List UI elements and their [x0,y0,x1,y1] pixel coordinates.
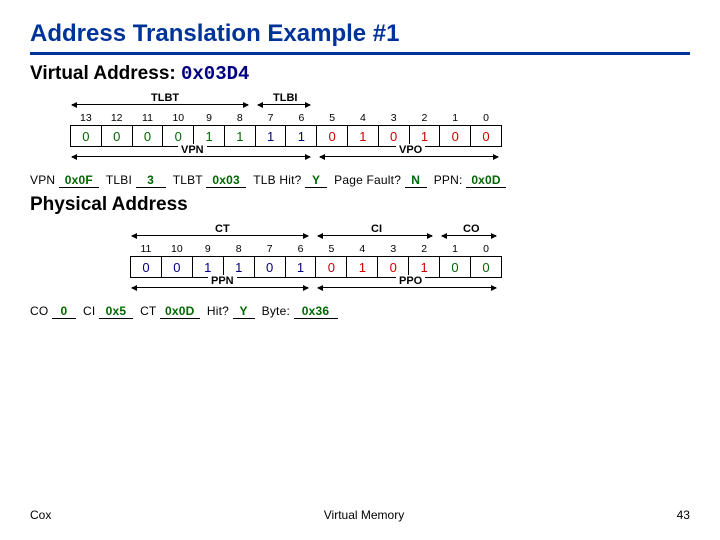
bit-index: 3 [378,242,409,257]
bit-index: 5 [317,111,348,126]
bit-cell: 0 [316,257,347,278]
bit-index: 7 [254,242,285,257]
bit-index: 10 [163,111,194,126]
ci-label: CI [368,223,385,235]
page-title: Address Translation Example #1 [30,20,690,55]
pa-bit-table: 11109876543210 001101010100 [130,242,502,278]
pa-bit-row: 001101010100 [131,257,502,278]
co-ans-label: CO [30,304,48,318]
footer: Cox Virtual Memory 43 [30,508,690,522]
ct-label: CT [212,223,233,235]
ct-ans-label: CT [140,304,156,318]
tlbt-ans: 0x03 [206,173,246,188]
bit-index: 8 [224,111,255,126]
tlbi-ans: 3 [136,173,166,188]
va-heading-label: Virtual Address: [30,63,176,84]
va-bit-table: 131211109876543210 00001111010100 [70,111,502,147]
bit-cell: 1 [286,126,317,147]
bit-index: 13 [71,111,102,126]
pa-heading: Physical Address [30,194,690,216]
bit-index: 2 [409,242,440,257]
ppn-ans: 0x0D [466,173,506,188]
bit-index: 6 [285,242,316,257]
pa-index-row: 11109876543210 [131,242,502,257]
vpn-ans: 0x0F [59,173,99,188]
bit-index: 3 [378,111,409,126]
bit-cell: 0 [101,126,132,147]
bit-cell: 1 [348,126,379,147]
byte-ans: 0x36 [294,304,338,319]
va-top-ranges: TLBT TLBI [70,97,502,111]
bit-cell: 0 [471,257,502,278]
ci-ans-label: CI [83,304,95,318]
bit-cell: 1 [285,257,316,278]
bit-index: 1 [440,242,471,257]
co-label: CO [460,223,483,235]
ci-ans: 0x5 [99,304,133,319]
ct-ans: 0x0D [160,304,200,319]
bit-index: 10 [161,242,192,257]
pf-ans: N [405,173,427,188]
bit-cell: 0 [317,126,348,147]
hit-ans-label: Hit? [207,304,229,318]
pf-ans-label: Page Fault? [334,173,401,187]
bit-index: 4 [348,111,379,126]
bit-index: 7 [255,111,286,126]
tlbhit-ans-label: TLB Hit? [253,173,301,187]
tlbi-label: TLBI [270,92,300,104]
bit-cell: 0 [161,257,192,278]
tlbhit-ans: Y [305,173,327,188]
pa-top-ranges: CT CI CO [130,228,502,242]
vpn-label: VPN [178,144,207,156]
bit-index: 4 [347,242,378,257]
bit-index: 2 [409,111,440,126]
ppo-label: PPO [396,275,425,287]
va-heading: Virtual Address: 0x03D4 [30,63,690,85]
byte-ans-label: Byte: [262,304,290,318]
bit-index: 6 [286,111,317,126]
bit-cell: 0 [254,257,285,278]
co-ans: 0 [52,304,76,319]
bit-index: 1 [440,111,471,126]
hit-ans: Y [233,304,255,319]
footer-left: Cox [30,508,51,522]
va-index-row: 131211109876543210 [71,111,502,126]
bit-index: 5 [316,242,347,257]
bit-cell: 0 [132,126,163,147]
ppn-ans-label: PPN: [434,173,463,187]
va-answer-line: VPN 0x0F TLBI 3 TLBT 0x03 TLB Hit? Y Pag… [30,173,690,188]
footer-right: 43 [677,508,690,522]
bit-index: 8 [223,242,254,257]
bit-cell: 1 [255,126,286,147]
vpo-label: VPO [396,144,425,156]
bit-cell: 0 [440,126,471,147]
bit-index: 11 [132,111,163,126]
bit-cell: 0 [71,126,102,147]
bit-index: 0 [471,242,502,257]
va-heading-value: 0x03D4 [181,63,249,85]
bit-index: 11 [131,242,162,257]
footer-center: Virtual Memory [324,508,404,522]
bit-index: 9 [192,242,223,257]
tlbi-ans-label: TLBI [106,173,132,187]
bit-cell: 0 [131,257,162,278]
ppn-label: PPN [208,275,237,287]
pa-answer-line: CO 0 CI 0x5 CT 0x0D Hit? Y Byte: 0x36 [30,304,690,319]
va-bit-row: 00001111010100 [71,126,502,147]
bit-cell: 0 [440,257,471,278]
bit-cell: 1 [347,257,378,278]
bit-index: 12 [101,111,132,126]
bit-cell: 0 [471,126,502,147]
va-bottom-ranges: VPN VPO [70,149,502,163]
tlbt-ans-label: TLBT [173,173,203,187]
bit-index: 0 [471,111,502,126]
vpn-ans-label: VPN [30,173,55,187]
pa-bottom-ranges: PPN PPO [130,280,502,294]
bit-index: 9 [194,111,225,126]
tlbt-label: TLBT [148,92,182,104]
bit-cell: 1 [224,126,255,147]
